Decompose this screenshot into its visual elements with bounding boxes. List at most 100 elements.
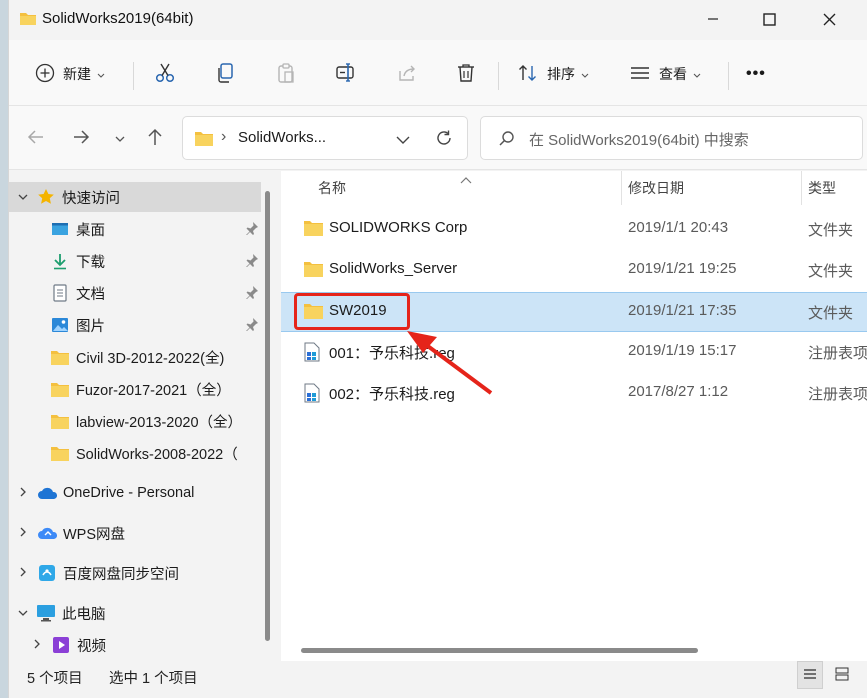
trash-icon [455,62,477,87]
file-row-reg-002[interactable]: 002：予乐科技.reg 2017/8/27 1:12 注册表项 [281,373,867,413]
toolbar-divider [728,62,729,90]
chevron-down-icon[interactable] [18,189,28,205]
sidebar-item-civil3d[interactable]: Civil 3D-2012-2022(全) [9,342,261,372]
command-bar: 新建 排序 查看 ••• [9,40,867,106]
sidebar-item-label: 百度网盘同步空间 [63,566,179,583]
rename-button[interactable] [335,58,357,90]
file-row-reg-001[interactable]: 001：予乐科技.reg 2019/1/19 15:17 注册表项 [281,332,867,372]
chevron-right-icon[interactable] [34,637,41,653]
minimize-button[interactable] [690,0,736,38]
file-row-solidworks-server[interactable]: SolidWorks_Server 2019/1/21 19:25 文件夹 [281,250,867,290]
address-history-chevron-icon[interactable] [396,132,410,148]
sidebar-item-label: OneDrive - Personal [63,485,195,501]
view-button[interactable]: 查看 [629,58,701,90]
sidebar-item-desktop[interactable]: 桌面 [9,214,261,244]
chevron-down-icon [97,66,105,82]
selection-count: 选中 1 个项目 [109,671,198,687]
horizontal-scrollbar[interactable] [301,648,698,653]
cut-button[interactable] [154,58,176,90]
sidebar-item-baidu[interactable]: 百度网盘同步空间 [9,558,261,588]
folder-icon [303,219,324,240]
share-button[interactable] [396,58,418,90]
sidebar-item-solidworks[interactable]: SolidWorks-2008-2022（ [9,438,261,468]
sidebar-item-this-pc[interactable]: 此电脑 [9,598,261,628]
sidebar-item-label: Fuzor-2017-2021（全） [76,382,231,399]
column-header-type[interactable]: 类型 [808,178,836,198]
pin-icon[interactable] [245,285,259,303]
tiles-view-button[interactable] [829,661,855,689]
sidebar-item-label: SolidWorks-2008-2022（ [76,446,238,463]
scissors-icon [154,62,176,87]
up-button[interactable] [143,126,167,150]
search-box[interactable]: 在 SolidWorks2019(64bit) 中搜索 [480,116,863,160]
chevron-right-icon[interactable] [20,525,27,541]
sidebar-item-wps[interactable]: WPS网盘 [9,518,261,548]
navigation-bar: › SolidWorks... 在 SolidWorks2019(64bit) … [9,106,867,170]
forward-button[interactable] [69,126,93,150]
breadcrumb-path[interactable]: SolidWorks... [238,129,326,146]
sidebar-scrollbar[interactable] [265,191,270,641]
file-type: 文件夹 [808,263,854,280]
rename-icon [335,62,357,87]
highlight-annotation-box [294,293,410,330]
pin-icon[interactable] [245,221,259,239]
paste-button[interactable] [275,58,297,90]
address-bar[interactable]: › SolidWorks... [182,116,468,160]
folder-icon [303,260,324,281]
column-divider[interactable] [801,171,802,205]
sidebar-item-label: 桌面 [76,222,105,239]
sidebar-item-fuzor[interactable]: Fuzor-2017-2021（全） [9,374,261,404]
pin-icon[interactable] [245,253,259,271]
copy-button[interactable] [215,58,237,90]
sidebar-item-onedrive[interactable]: OneDrive - Personal [9,478,261,508]
folder-icon [194,130,214,150]
sidebar-item-documents[interactable]: 文档 [9,278,261,308]
column-header-name[interactable]: 名称 [318,178,346,198]
chevron-down-icon [693,66,701,82]
sidebar-item-label: 视频 [77,638,106,655]
view-lines-icon [629,62,651,87]
sort-button[interactable]: 排序 [517,58,589,90]
pin-icon[interactable] [245,317,259,335]
sidebar-item-downloads[interactable]: 下载 [9,246,261,276]
chevron-down-icon[interactable] [18,605,28,621]
refresh-icon[interactable] [435,129,453,150]
arrow-left-icon [27,129,45,148]
toolbar-divider [133,62,134,90]
file-type: 注册表项 [808,345,867,362]
arrow-up-icon [147,128,163,149]
chevron-right-icon[interactable] [20,565,27,581]
sidebar-item-label: 文档 [76,286,105,303]
back-button[interactable] [24,126,48,150]
sidebar-item-labview[interactable]: labview-2013-2020（全） [9,406,261,436]
new-button[interactable]: 新建 [35,58,105,90]
baidu-sync-icon [37,563,57,583]
sidebar-item-label: 此电脑 [62,606,106,623]
file-date: 2019/1/1 20:43 [628,219,729,236]
folder-icon [50,347,70,367]
copy-icon [215,62,237,87]
breadcrumb-separator: › [221,128,227,145]
recent-locations-button[interactable] [108,126,132,150]
search-input[interactable]: 在 SolidWorks2019(64bit) 中搜索 [529,129,749,150]
details-view-button[interactable] [797,661,823,689]
sidebar-item-quick-access[interactable]: 快速访问 [9,182,261,212]
sort-label: 排序 [547,66,575,82]
file-date: 2019/1/19 15:17 [628,342,737,359]
window-title: SolidWorks2019(64bit) [42,10,194,27]
delete-button[interactable] [455,58,477,90]
sidebar-item-videos[interactable]: 视频 [9,630,261,660]
document-icon [50,283,70,303]
file-row-solidworks-corp[interactable]: SOLIDWORKS Corp 2019/1/1 20:43 文件夹 [281,209,867,249]
close-button[interactable] [806,0,852,38]
cloud-icon [37,523,57,543]
maximize-button[interactable] [746,0,792,38]
sidebar-item-pictures[interactable]: 图片 [9,310,261,340]
chevron-down-icon [115,130,125,146]
column-divider[interactable] [621,171,622,205]
more-options-button[interactable]: ••• [746,58,766,90]
file-explorer-window: SolidWorks2019(64bit) 新建 排序 查看 ••• › Sol… [8,0,867,698]
folder-icon [50,379,70,399]
chevron-right-icon[interactable] [20,485,27,501]
column-header-date[interactable]: 修改日期 [628,178,684,198]
